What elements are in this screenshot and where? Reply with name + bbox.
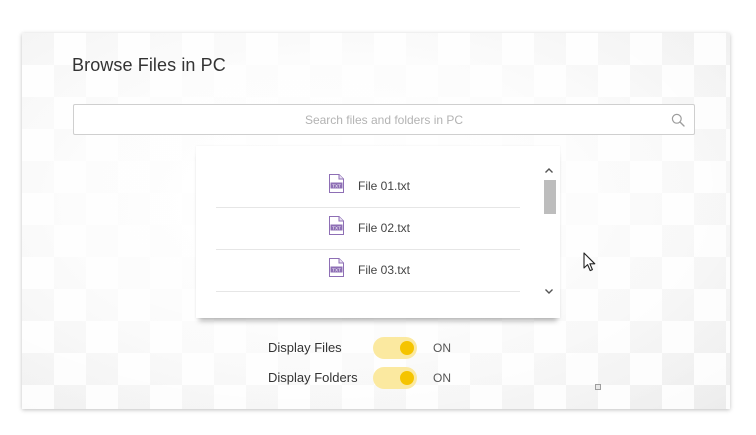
display-folders-label: Display Folders [268,370,358,385]
display-folders-state: ON [433,371,451,385]
browse-files-panel: Browse Files in PC TXT File 01.txt TXT [22,33,730,409]
resize-grip-icon[interactable] [595,384,601,390]
page-title: Browse Files in PC [72,55,226,75]
search-icon[interactable] [671,113,685,127]
file-name: File 03.txt [358,263,411,277]
display-files-option: Display Files ON [268,337,488,359]
display-folders-option: Display Folders ON [268,367,488,389]
display-files-label: Display Files [268,340,342,355]
search-box[interactable] [73,104,695,135]
list-item[interactable]: TXT File 03.txt [216,250,520,292]
file-icon-text: TXT [332,184,341,189]
file-list[interactable]: TXT File 01.txt TXT File 02.txt TXT File… [196,146,560,318]
scrollbar-thumb[interactable] [544,180,556,214]
file-name: File 02.txt [358,221,411,235]
file-icon-text: TXT [332,226,341,231]
display-files-state: ON [433,341,451,355]
display-files-toggle[interactable] [373,337,417,359]
scrollbar[interactable] [542,164,556,298]
file-name: File 01.txt [358,179,411,193]
search-input[interactable] [74,105,694,134]
mouse-cursor-icon [583,252,596,272]
display-folders-toggle[interactable] [373,367,417,389]
txt-file-icon: TXT [329,174,344,193]
list-item[interactable]: TXT File 02.txt [216,208,520,250]
toggle-knob [400,341,414,355]
file-icon-text: TXT [332,268,341,273]
chevron-down-icon[interactable] [542,284,556,298]
txt-file-icon: TXT [329,216,344,235]
chevron-up-icon[interactable] [542,164,556,178]
txt-file-icon: TXT [329,258,344,277]
toggle-knob [400,371,414,385]
list-item[interactable]: TXT File 01.txt [216,166,520,208]
